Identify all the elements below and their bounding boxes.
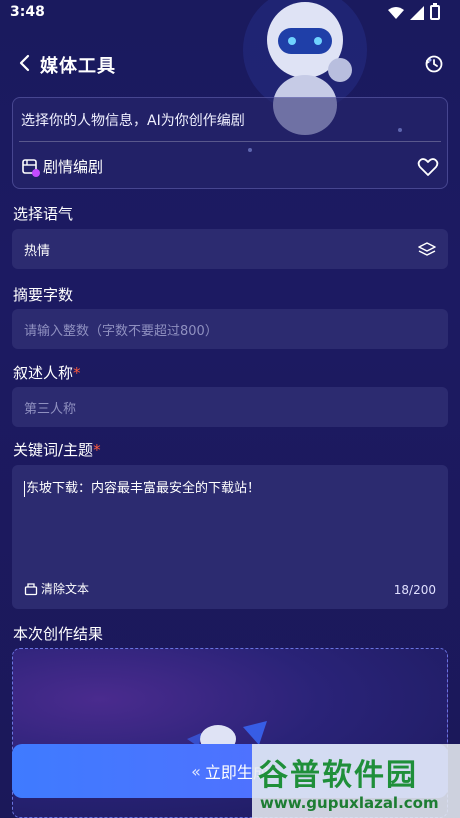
keywords-value: 东坡下载：内容最丰富最安全的下载站！ [26,481,261,496]
required-mark: * [73,364,81,382]
role-selector[interactable]: 剧情编剧 [21,156,103,177]
watermark: 谷普软件园 www.gupuxlazal.com [252,744,460,818]
tone-label: 选择语气 [13,205,74,223]
app-header: 媒体工具 [0,44,460,84]
profile-hint: 选择你的人物信息，AI为你创作编剧 [21,113,245,129]
battery-icon [430,3,440,20]
keywords-textarea[interactable]: 东坡下载：内容最丰富最安全的下载站！ 清除文本 18/200 [12,465,448,609]
clear-text-label: 清除文本 [41,582,90,596]
page-title: 媒体工具 [40,56,116,77]
profile-card[interactable]: 选择你的人物信息，AI为你创作编剧 剧情编剧 [12,97,448,189]
keywords-label: 关键词/主题* [13,439,101,460]
narration-label-text: 叙述人称 [13,364,74,382]
clear-text-button[interactable]: 清除文本 [24,580,89,597]
narration-placeholder: 第三人称 [24,402,77,417]
summary-input[interactable]: 请输入整数（字数不要超过800） [12,309,448,349]
double-chevron-left-icon: « [191,761,201,781]
script-icon [21,158,40,177]
heart-icon[interactable] [417,156,439,178]
role-dot [32,168,40,177]
profile-divider [19,141,441,142]
status-time: 3:48 [10,4,45,20]
role-label: 剧情编剧 [43,158,104,176]
signal-icon [410,5,424,20]
narration-label: 叙述人称* [13,362,81,383]
status-icons [388,3,440,20]
narration-input[interactable]: 第三人称 [12,387,448,427]
summary-label: 摘要字数 [13,286,74,304]
text-caret [24,480,25,497]
layers-icon [418,242,436,256]
eraser-icon [24,582,38,595]
tone-select[interactable]: 热情 [12,229,448,269]
status-bar: 3:48 [0,0,460,26]
watermark-brand: 谷普软件园 [258,758,418,793]
watermark-url: www.gupuxlazal.com [260,794,439,812]
summary-placeholder: 请输入整数（字数不要超过800） [24,324,218,339]
wifi-icon [388,6,404,19]
required-mark: * [93,441,101,459]
keywords-text: 东坡下载：内容最丰富最安全的下载站！ [24,477,260,497]
history-icon[interactable] [424,54,444,74]
back-arrow-icon[interactable] [14,52,36,74]
tone-value: 热情 [24,244,51,259]
char-count: 18/200 [393,583,436,597]
result-label: 本次创作结果 [13,625,104,643]
keywords-label-text: 关键词/主题 [13,441,94,459]
